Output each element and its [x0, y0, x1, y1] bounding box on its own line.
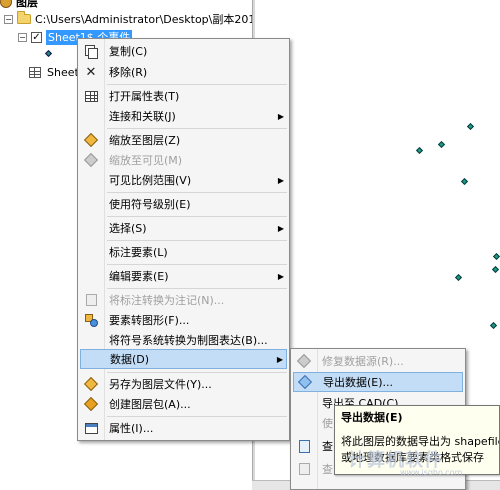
menu-item-selection[interactable]: 选择(S) ▶ — [80, 218, 287, 238]
menu-item-label: 缩放至可见(M) — [109, 154, 183, 167]
map-point — [489, 321, 498, 330]
layer-symbol-icon — [44, 49, 53, 58]
document-icon — [298, 463, 310, 475]
menu-item-label: 缩放至图层(Z) — [109, 134, 181, 147]
document-icon — [298, 439, 310, 453]
collapse-toggle[interactable]: − — [18, 32, 27, 42]
menu-item-label: 另存为图层文件(Y)... — [109, 378, 212, 391]
layer-context-menu: 复制(C) ✕ 移除(R) 打开属性表(T) 连接和关联(J) ▶ 缩放至图层(… — [77, 38, 290, 441]
submenu-arrow-icon: ▶ — [277, 111, 285, 121]
export-data-tooltip: 导出数据(E) 将此图层的数据导出为 shapefile 或地理数据库要素类格式… — [334, 405, 500, 475]
menu-item-remove[interactable]: ✕ 移除(R) — [80, 62, 287, 82]
menu-separator — [107, 84, 287, 85]
collapse-toggle[interactable]: − — [4, 14, 13, 24]
menu-item-label: 属性(I)... — [109, 422, 154, 435]
table-icon — [29, 66, 41, 78]
tree-row-table[interactable]: Sheet — [29, 64, 79, 80]
menu-item-convert-labels-to-annotation[interactable]: 将标注转换为注记(N)... — [80, 290, 287, 310]
zoom-to-layer-icon — [83, 132, 99, 148]
menu-item-convert-features-to-graphics[interactable]: 要素转图形(F)... — [80, 310, 287, 330]
submenu-arrow-icon: ▶ — [277, 271, 285, 281]
table-icon — [84, 90, 98, 102]
submenu-arrow-icon: ▶ — [276, 354, 284, 364]
map-point — [454, 273, 463, 282]
folder-icon — [17, 11, 31, 24]
map-point — [460, 177, 469, 186]
map-point — [437, 140, 446, 149]
tooltip-line-1: 将此图层的数据导出为 shapefile — [341, 435, 500, 448]
menu-item-label: 标注要素(L) — [109, 246, 168, 259]
menu-item-label: 选择(S) — [109, 222, 147, 235]
convert-labels-icon — [85, 294, 97, 306]
menu-item-label: 移除(R) — [109, 66, 148, 79]
layer-file-icon — [83, 376, 99, 392]
menu-item-zoom-to-layer[interactable]: 缩放至图层(Z) — [80, 130, 287, 150]
menu-item-label: 导出数据(E)... — [323, 376, 394, 389]
menu-separator — [107, 264, 287, 265]
menu-separator — [107, 416, 287, 417]
tree-row-layers-root[interactable]: 图层 — [0, 0, 38, 10]
copy-icon — [85, 44, 98, 59]
remove-icon: ✕ — [85, 64, 97, 80]
menu-item-export-data[interactable]: 导出数据(E)... — [293, 372, 463, 392]
menu-item-properties[interactable]: 属性(I)... — [80, 418, 287, 438]
submenu-arrow-icon: ▶ — [277, 175, 285, 185]
menu-item-label-features[interactable]: 标注要素(L) — [80, 242, 287, 262]
layer-visibility-checkbox[interactable]: ✓ — [31, 31, 42, 43]
menu-item-data[interactable]: 数据(D) ▶ — [80, 349, 287, 369]
tooltip-title: 导出数据(E) — [341, 411, 403, 424]
menu-item-joins-relates[interactable]: 连接和关联(J) ▶ — [80, 106, 287, 126]
menu-item-label: 编辑要素(E) — [109, 270, 169, 283]
menu-item-label: 将符号系统转换为制图表达(B)... — [109, 334, 268, 347]
menu-item-label: 复制(C) — [109, 45, 148, 58]
layer-package-icon — [83, 396, 99, 412]
menu-item-label: 数据(D) — [110, 353, 150, 366]
zoom-to-visible-icon — [83, 152, 99, 168]
menu-item-label: 将标注转换为注记(N)... — [109, 294, 225, 307]
menu-item-repair-data-source[interactable]: 修复数据源(R)... — [293, 351, 463, 371]
layers-icon — [0, 0, 12, 8]
menu-item-save-as-layer-file[interactable]: 另存为图层文件(Y)... — [80, 374, 287, 394]
menu-separator — [107, 216, 287, 217]
menu-item-label: 修复数据源(R)... — [322, 355, 404, 368]
properties-icon — [84, 422, 98, 434]
graphics-icon — [85, 314, 98, 327]
map-point — [492, 252, 500, 261]
menu-separator — [107, 128, 287, 129]
export-data-icon — [297, 374, 313, 390]
menu-separator — [107, 192, 287, 193]
menu-separator — [107, 372, 287, 373]
menu-item-label: 打开属性表(T) — [109, 90, 180, 103]
menu-separator — [107, 240, 287, 241]
submenu-arrow-icon: ▶ — [277, 223, 285, 233]
table-name-label: Sheet — [47, 65, 79, 79]
tree-row-folder[interactable]: − C:\Users\Administrator\Desktop\副本2011 — [4, 11, 262, 27]
menu-item-zoom-to-visible[interactable]: 缩放至可见(M) — [80, 150, 287, 170]
menu-item-visible-scale-range[interactable]: 可见比例范围(V) ▶ — [80, 170, 287, 190]
menu-item-copy[interactable]: 复制(C) — [80, 41, 287, 61]
menu-item-label: 使用符号级别(E) — [109, 198, 191, 211]
menu-item-open-attribute-table[interactable]: 打开属性表(T) — [80, 86, 287, 106]
menu-item-convert-symbology[interactable]: 将符号系统转换为制图表达(B)... — [80, 330, 287, 350]
folder-path-label: C:\Users\Administrator\Desktop\副本2011 — [35, 13, 263, 26]
menu-item-use-symbol-levels[interactable]: 使用符号级别(E) — [80, 194, 287, 214]
menu-item-label: 可见比例范围(V) — [109, 174, 192, 187]
menu-item-create-layer-package[interactable]: 创建图层包(A)... — [80, 394, 287, 414]
repair-data-source-icon — [296, 353, 312, 369]
menu-item-edit-features[interactable]: 编辑要素(E) ▶ — [80, 266, 287, 286]
menu-item-label: 连接和关联(J) — [109, 110, 176, 123]
menu-item-label: 创建图层包(A)... — [109, 398, 191, 411]
menu-item-label: 要素转图形(F)... — [109, 314, 190, 327]
map-point — [491, 265, 500, 274]
tooltip-line-2: 或地理数据库要素类格式保存 — [341, 451, 484, 464]
menu-separator — [107, 288, 287, 289]
map-point — [415, 146, 424, 155]
layers-root-label: 图层 — [16, 0, 38, 9]
map-point — [466, 122, 475, 131]
